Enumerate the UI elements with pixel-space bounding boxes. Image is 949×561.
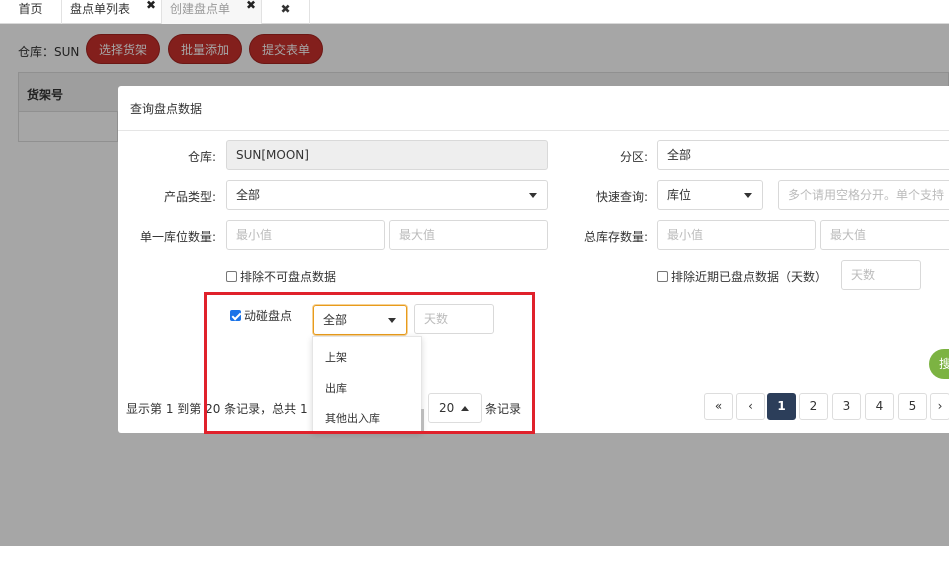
- single-qty-label: 单一库位数量:: [139, 230, 216, 244]
- single-qty-max-input[interactable]: 最大值: [389, 220, 548, 250]
- tab-create-count[interactable]: 创建盘点单 ✖: [162, 0, 262, 24]
- page-footer-strip: [0, 546, 949, 561]
- quick-query-value: 库位: [667, 188, 692, 202]
- warehouse-field-label: 仓库:: [187, 150, 216, 164]
- chevron-down-icon: [744, 193, 752, 198]
- quick-query-select[interactable]: 库位: [657, 180, 763, 210]
- warehouse-field: SUN[MOON]: [226, 140, 548, 170]
- tab-create-count-label: 创建盘点单: [170, 2, 231, 16]
- tab-count-list-label: 盘点单列表: [70, 2, 131, 16]
- highlight-frame: [204, 292, 535, 434]
- modal-title: 查询盘点数据: [130, 102, 203, 116]
- total-qty-min-input[interactable]: 最小值: [657, 220, 816, 250]
- exclude-uncountable-label: 排除不可盘点数据: [240, 270, 337, 284]
- close-icon[interactable]: ✖: [246, 0, 256, 14]
- close-icon[interactable]: ✖: [146, 0, 156, 14]
- checkbox-icon[interactable]: [657, 271, 668, 282]
- tab-bar: 首页 盘点单列表 ✖ 创建盘点单 ✖ ✖: [0, 0, 949, 24]
- zone-select[interactable]: 全部: [657, 140, 949, 170]
- tab-home[interactable]: 首页: [0, 0, 62, 24]
- quick-query-label: 快速查询:: [595, 190, 648, 204]
- page-2-button[interactable]: 2: [799, 393, 828, 420]
- zone-label: 分区:: [619, 150, 648, 164]
- exclude-recent-label: 排除近期已盘点数据（天数）: [671, 270, 828, 284]
- checkbox-icon[interactable]: [226, 271, 237, 282]
- page-5-button[interactable]: 5: [898, 393, 927, 420]
- page-3-button[interactable]: 3: [832, 393, 861, 420]
- product-type-select[interactable]: 全部: [226, 180, 548, 210]
- product-type-value: 全部: [236, 188, 261, 202]
- page-4-button[interactable]: 4: [865, 393, 894, 420]
- exclude-recent-checkbox[interactable]: 排除近期已盘点数据（天数）: [657, 268, 827, 285]
- page-prev-button[interactable]: ‹: [736, 393, 765, 420]
- modal-divider: [118, 130, 949, 131]
- total-qty-label: 总库存数量:: [583, 230, 648, 244]
- single-qty-min-input[interactable]: 最小值: [226, 220, 385, 250]
- close-icon[interactable]: ✖: [280, 2, 290, 16]
- chevron-down-icon: [529, 193, 537, 198]
- page-next-button[interactable]: ›: [930, 393, 949, 420]
- tab-close-all[interactable]: ✖: [262, 0, 310, 24]
- tab-home-label: 首页: [18, 2, 43, 16]
- tab-count-list[interactable]: 盘点单列表 ✖: [62, 0, 162, 24]
- recent-days-input[interactable]: 天数: [841, 260, 921, 290]
- page-1-button[interactable]: 1: [767, 393, 796, 420]
- page-first-button[interactable]: «: [704, 393, 733, 420]
- quick-query-input[interactable]: 多个请用空格分开。单个支持: [778, 180, 949, 210]
- total-qty-max-input[interactable]: 最大值: [820, 220, 949, 250]
- exclude-uncountable-checkbox[interactable]: 排除不可盘点数据: [226, 268, 336, 285]
- product-type-label: 产品类型:: [163, 190, 216, 204]
